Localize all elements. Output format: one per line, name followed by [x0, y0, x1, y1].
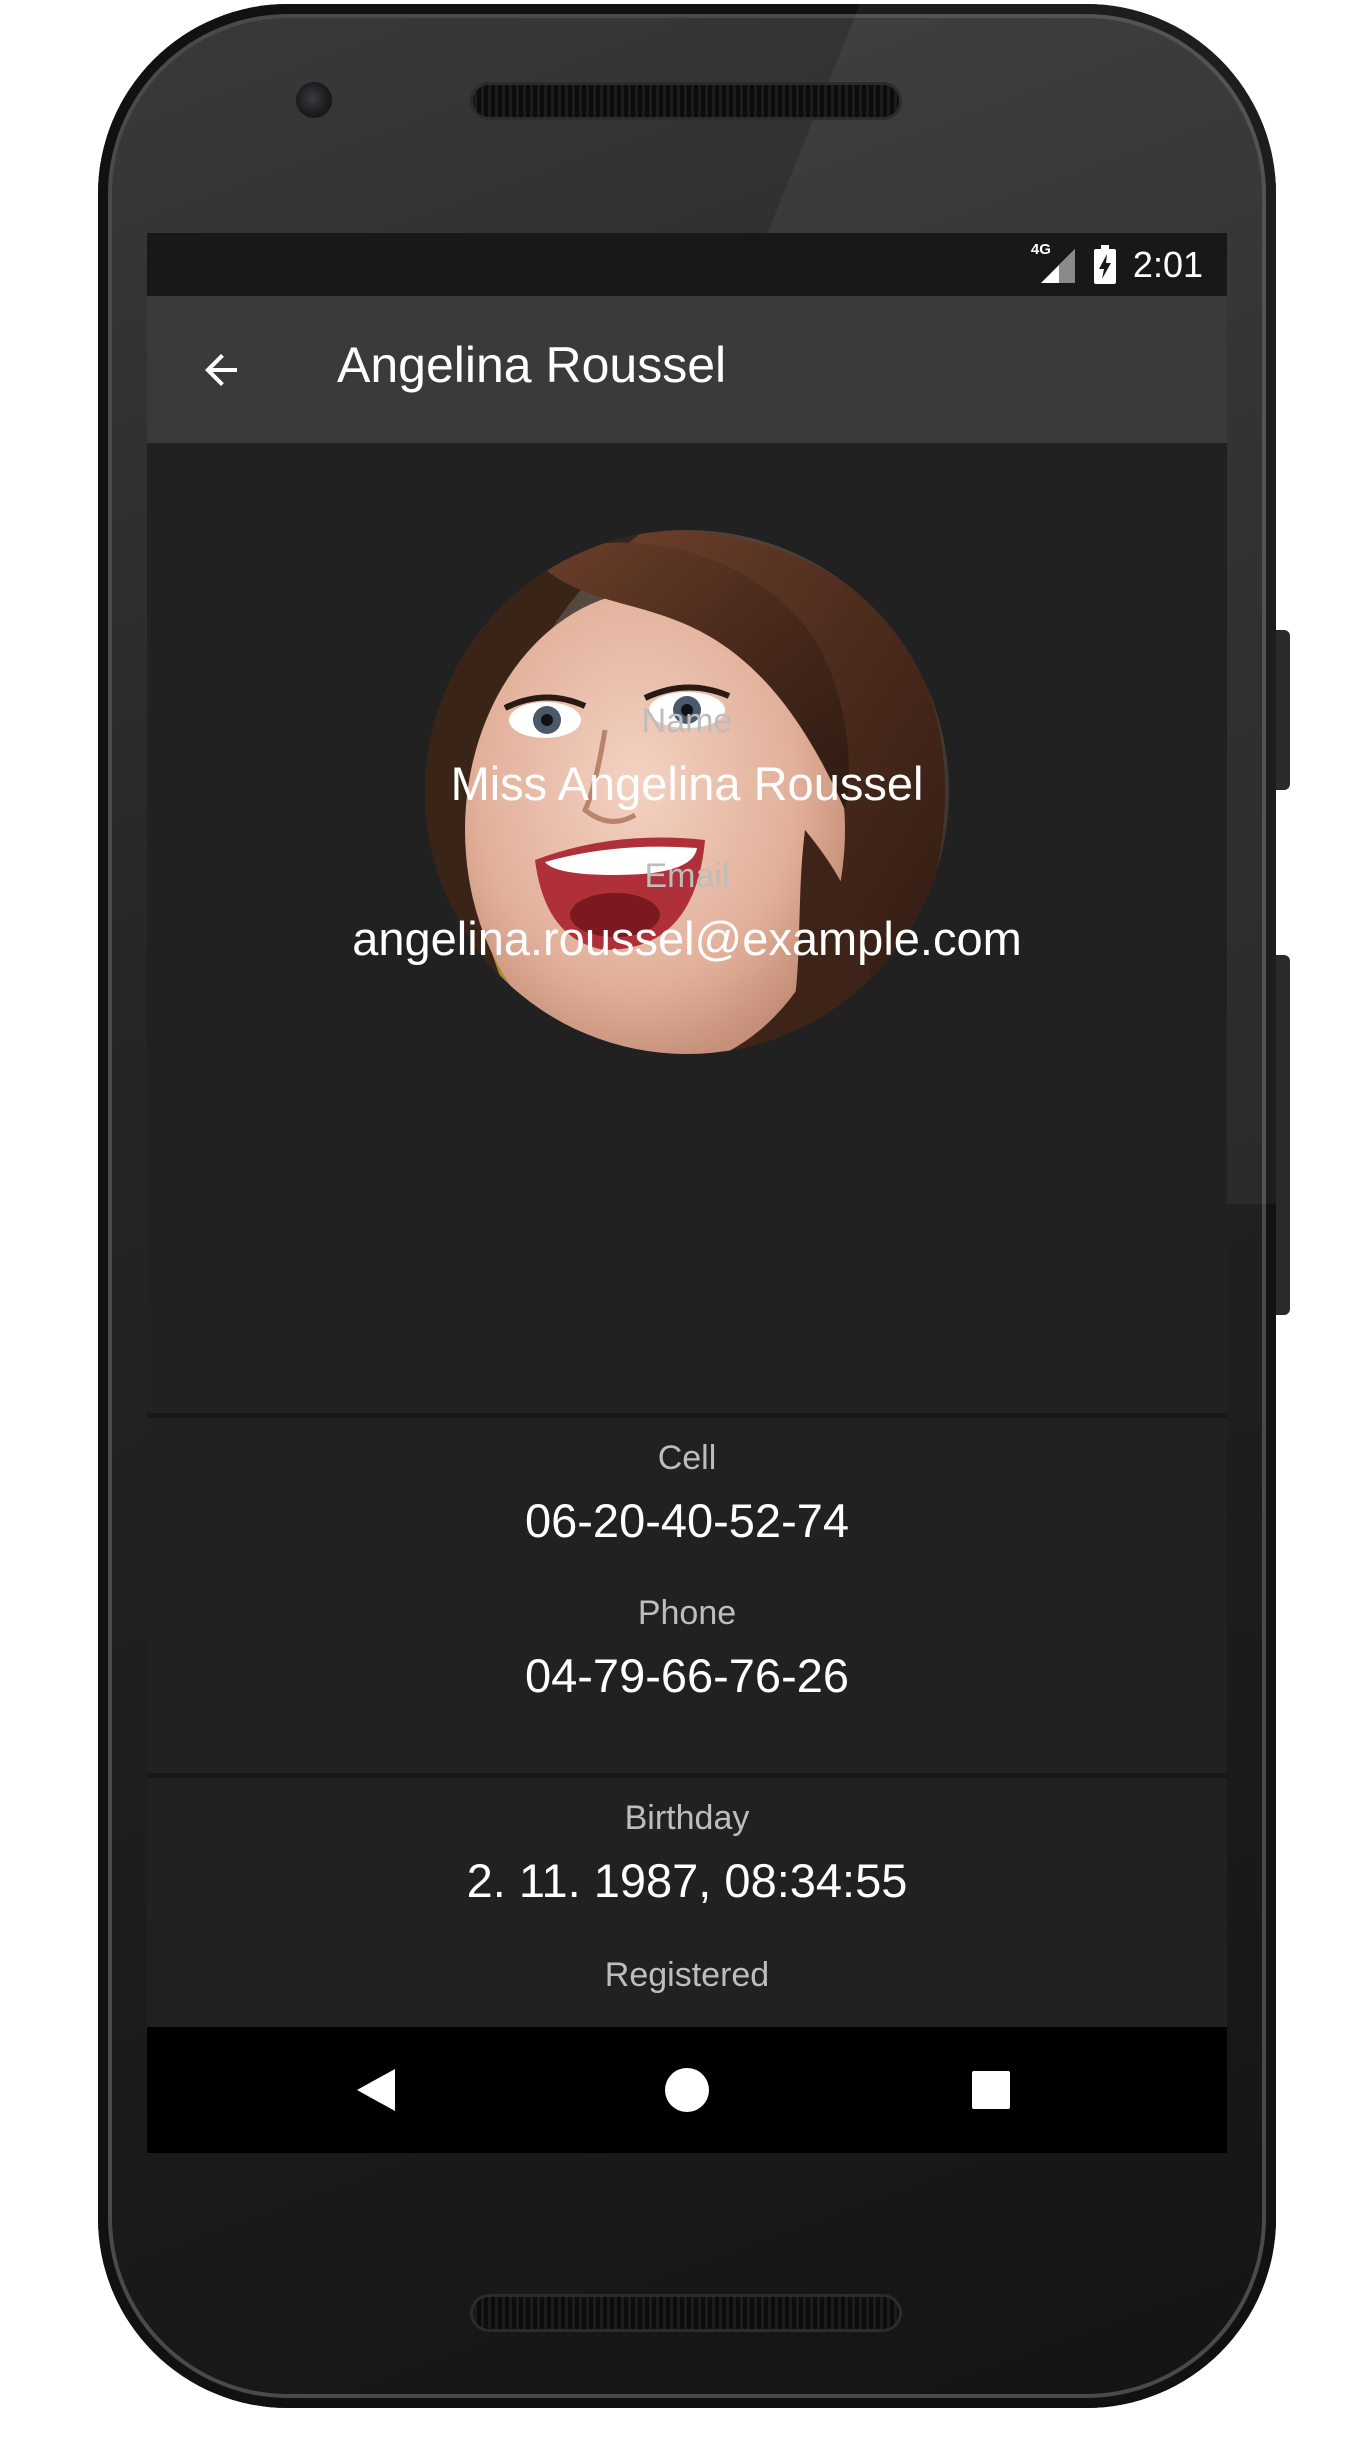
field-registered: Registered [147, 1955, 1227, 2009]
status-time: 2:01 [1132, 244, 1203, 285]
field-label: Phone [637, 1594, 737, 1632]
navigation-bar [147, 2027, 1227, 2153]
status-icons: 4G 2:01 [1031, 241, 1203, 289]
field-phone: Phone 04-79-66-76-26 [147, 1593, 1227, 1705]
nav-home-icon [665, 2068, 709, 2112]
toolbar-title: Angelina Roussel [337, 337, 727, 393]
field-name: Name Miss Angelina Roussel [147, 701, 1227, 813]
field-birthday: Birthday 2. 11. 1987, 08:34:55 [147, 1798, 1227, 1910]
field-value: 06-20-40-52-74 [525, 1494, 849, 1547]
arrow-back-icon [205, 354, 237, 386]
top-speaker [470, 82, 902, 120]
field-value: angelina.roussel@example.com [352, 912, 1022, 965]
field-value: 04-79-66-76-26 [525, 1649, 849, 1702]
volume-button [1276, 955, 1290, 1315]
field-label: Birthday [624, 1799, 750, 1837]
field-label: Name [641, 702, 733, 740]
nav-recents-button[interactable] [961, 2060, 1021, 2120]
field-label: Email [644, 857, 730, 895]
nav-back-button[interactable] [347, 2060, 407, 2120]
front-camera [296, 82, 332, 118]
field-cell: Cell 06-20-40-52-74 [147, 1438, 1227, 1550]
section-divider [147, 1413, 1227, 1418]
bottom-speaker [470, 2294, 902, 2332]
nav-home-button[interactable] [657, 2060, 717, 2120]
field-label: Cell [657, 1439, 717, 1477]
signal-icon: 4G [1031, 241, 1077, 285]
battery-charging-icon [1093, 245, 1117, 285]
status-bar: 4G 2:01 [147, 233, 1227, 296]
screen: 4G 2:01 Angelina Roussel Name Miss Angel… [147, 233, 1227, 2153]
power-button [1276, 630, 1290, 790]
app-toolbar: Angelina Roussel [147, 296, 1227, 443]
nav-recents-icon [972, 2071, 1010, 2109]
field-value: Miss Angelina Roussel [450, 757, 924, 810]
field-email: Email angelina.roussel@example.com [147, 856, 1227, 968]
network-label: 4G [1030, 241, 1051, 258]
field-value: 2. 11. 1987, 08:34:55 [466, 1854, 908, 1907]
nav-back-icon [357, 2069, 395, 2111]
back-button[interactable] [189, 338, 253, 402]
field-label: Registered [604, 1956, 770, 1994]
section-divider [147, 1773, 1227, 1778]
